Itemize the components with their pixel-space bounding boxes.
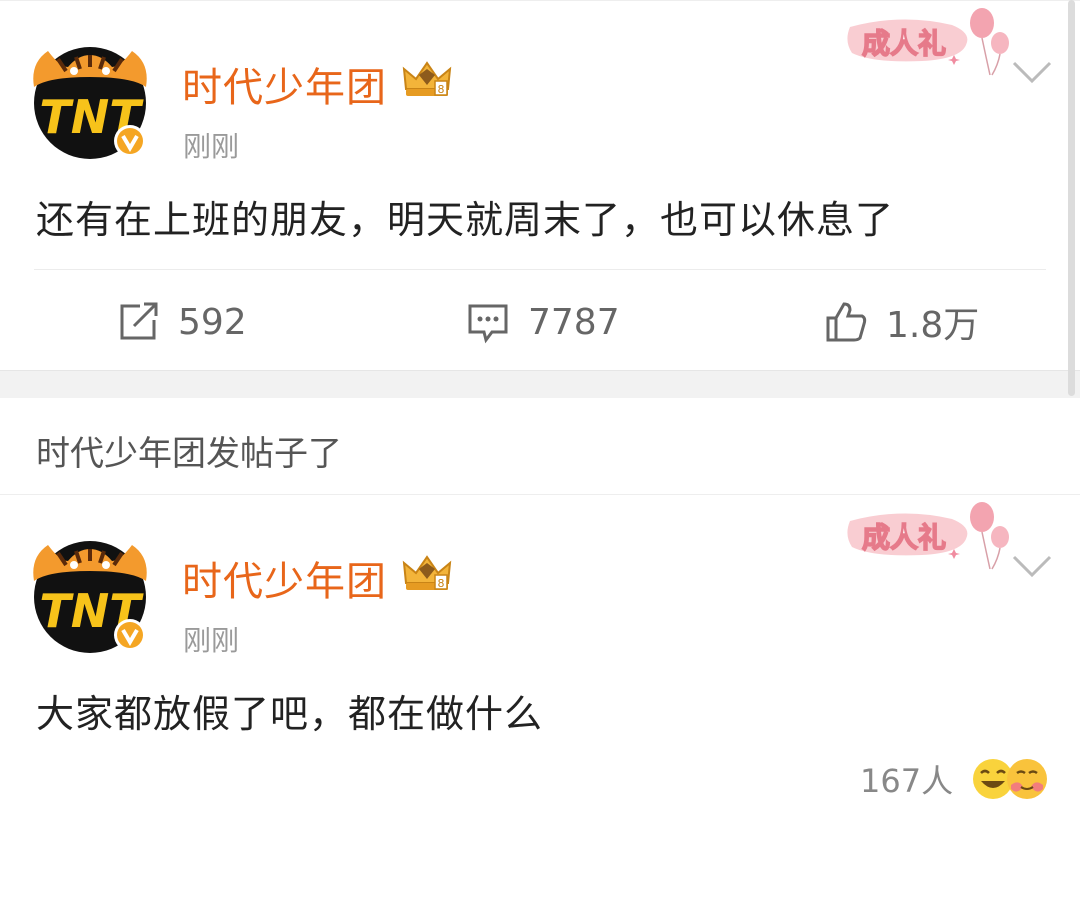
- username[interactable]: 时代少年团: [182, 55, 387, 113]
- chevron-down-icon[interactable]: [1010, 57, 1054, 87]
- comment-count: 7787: [528, 301, 620, 343]
- comment-icon: [468, 304, 508, 344]
- comment-button[interactable]: 7787: [466, 297, 620, 347]
- section-header: 时代少年团发帖子了: [0, 398, 1080, 494]
- divider: [34, 269, 1046, 270]
- badge-label: 成人礼: [862, 27, 946, 60]
- badge-label: 成人礼: [862, 521, 946, 554]
- reaction-count: 167人: [860, 762, 954, 800]
- post-card: TNT 时代少年团 8 刚刚 成人礼 还有在上班的朋友，明天就周末了，也可以休息…: [0, 0, 1080, 371]
- reactions-summary[interactable]: 167人: [860, 751, 1049, 807]
- avatar[interactable]: TNT: [28, 37, 152, 161]
- coming-of-age-badge[interactable]: 成人礼: [842, 499, 1012, 575]
- repost-icon: [120, 302, 158, 340]
- like-icon: [826, 302, 867, 342]
- crown-icon[interactable]: 8: [400, 553, 454, 593]
- svg-text:8: 8: [438, 83, 445, 96]
- username[interactable]: 时代少年团: [182, 549, 387, 607]
- repost-button[interactable]: 592: [116, 297, 247, 347]
- feed-separator: [0, 370, 1080, 399]
- svg-text:8: 8: [438, 577, 445, 590]
- timestamp: 刚刚: [183, 624, 240, 657]
- scrollbar[interactable]: [1068, 0, 1075, 396]
- chevron-down-icon[interactable]: [1010, 551, 1054, 581]
- timestamp: 刚刚: [183, 130, 240, 163]
- repost-count: 592: [178, 301, 247, 343]
- post-text: 大家都放假了吧，都在做什么: [36, 692, 544, 736]
- like-button[interactable]: 1.8万: [824, 297, 979, 347]
- avatar[interactable]: TNT: [28, 531, 152, 655]
- like-count: 1.8万: [886, 305, 980, 346]
- hugging-emoji-icon: [1007, 759, 1048, 799]
- coming-of-age-badge[interactable]: 成人礼: [842, 5, 1012, 81]
- post-text: 还有在上班的朋友，明天就周末了，也可以休息了: [36, 198, 895, 242]
- section-title: 时代少年团发帖子了: [36, 434, 342, 474]
- crown-icon[interactable]: 8: [400, 59, 454, 99]
- post-card: TNT 时代少年团 8 刚刚 成人礼 大家都放假了吧，都在做什么 167人: [0, 494, 1080, 917]
